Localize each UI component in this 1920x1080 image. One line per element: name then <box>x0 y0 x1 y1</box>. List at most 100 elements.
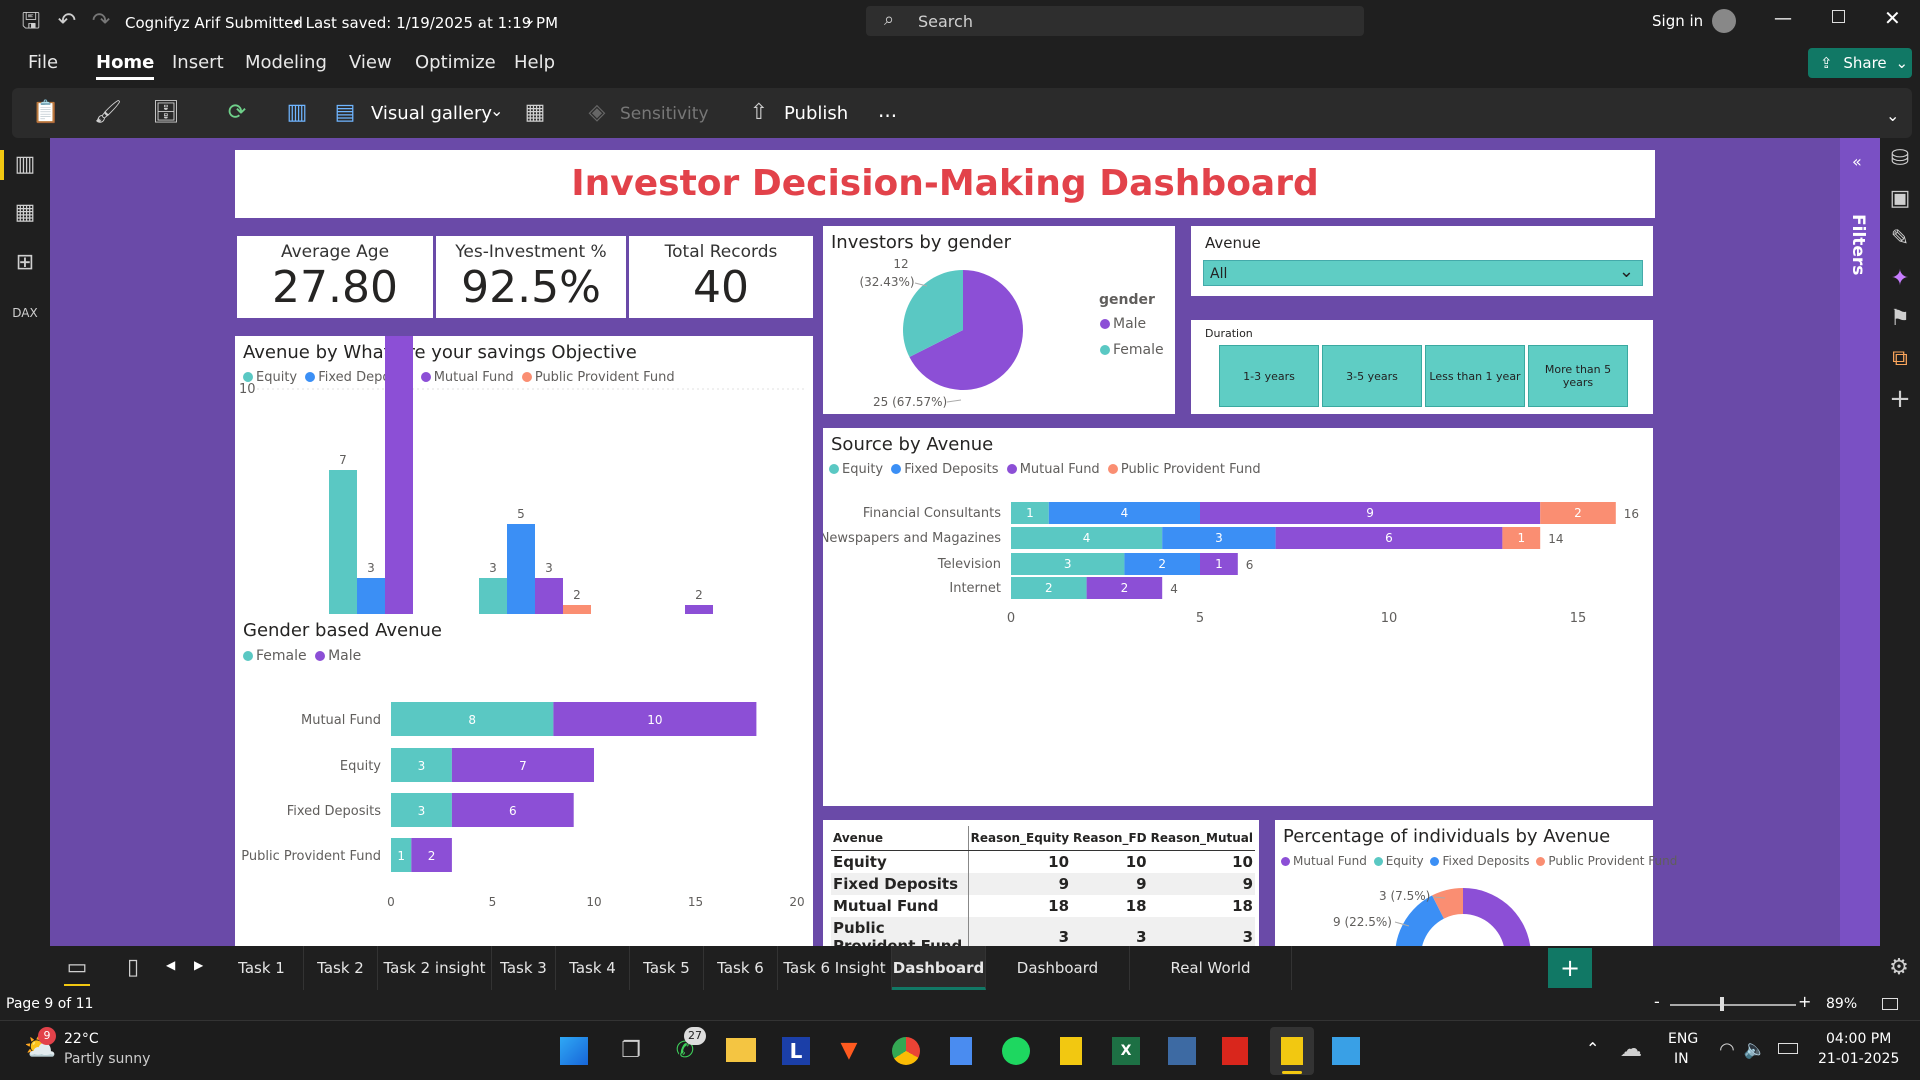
chevron-down-icon[interactable]: ⌄ <box>1886 106 1899 125</box>
settings-icon[interactable]: ⚙ <box>1886 955 1912 981</box>
tab-task-6[interactable]: Task 6 <box>704 946 778 990</box>
duration-less-than-1-year[interactable]: Less than 1 year <box>1425 345 1525 407</box>
paste-icon[interactable]: 📋 <box>32 100 59 126</box>
start-icon[interactable] <box>560 1037 588 1065</box>
kpi-average-age[interactable]: Average Age 27.80 <box>237 236 433 318</box>
format-visual-icon[interactable]: ✎ <box>1887 226 1913 252</box>
zoom-slider[interactable] <box>1670 1004 1796 1006</box>
add-page-button[interactable]: + <box>1548 948 1592 988</box>
tab-dashboard-insights[interactable]: Dashboard Insights <box>986 946 1130 1021</box>
task-view-icon[interactable]: ❐ <box>618 1038 644 1064</box>
add-pane-icon[interactable]: + <box>1887 386 1913 412</box>
new-visual-icon[interactable]: ▥ <box>284 100 310 126</box>
build-visual-icon[interactable]: ▣ <box>1887 186 1913 212</box>
redo-icon[interactable]: ↷ <box>88 9 114 35</box>
col-reason-mutual[interactable]: Reason_Mutual <box>1148 826 1255 851</box>
col-avenue[interactable]: Avenue <box>831 826 969 851</box>
dax-query-icon[interactable]: DAX <box>12 300 38 326</box>
refresh-icon[interactable]: ⟳ <box>224 100 250 126</box>
powerbi-active-icon[interactable] <box>1281 1037 1303 1065</box>
excel-icon[interactable]: X <box>1112 1037 1140 1065</box>
volume-icon[interactable]: 🔈 <box>1742 1037 1768 1063</box>
data-pane-icon[interactable]: ⛁ <box>1887 146 1913 172</box>
battery-icon[interactable] <box>1778 1043 1798 1054</box>
menu-optimize[interactable]: Optimize <box>415 52 496 73</box>
clock-time[interactable]: 04:00 PM <box>1826 1031 1891 1047</box>
zoom-slider-thumb[interactable] <box>1720 997 1724 1011</box>
menu-modeling[interactable]: Modeling <box>245 52 327 73</box>
calculator-icon[interactable]: ▦ <box>522 100 548 126</box>
l-app-icon[interactable]: L <box>782 1037 810 1065</box>
menu-file[interactable]: File <box>28 52 58 73</box>
zoom-in-icon[interactable]: + <box>1798 992 1811 1011</box>
notepad-icon[interactable] <box>950 1037 972 1065</box>
acrobat-icon[interactable] <box>1222 1037 1248 1065</box>
spotify-icon[interactable] <box>1002 1037 1030 1065</box>
get-data-icon[interactable]: 🗄 <box>152 100 180 126</box>
zoom-out-icon[interactable]: - <box>1654 992 1660 1011</box>
filters-label[interactable]: Filters <box>1848 214 1868 275</box>
table-row[interactable]: Fixed Deposits 9 9 9 <box>831 873 1255 895</box>
table-view-icon[interactable]: ▦ <box>12 200 38 226</box>
account-icon[interactable] <box>1712 9 1736 33</box>
kpi-yes-investment[interactable]: Yes-Investment % 92.5% <box>436 236 626 318</box>
powerbi-icon[interactable] <box>1060 1037 1082 1065</box>
selection-icon[interactable]: ⧉ <box>1887 346 1913 372</box>
menu-home[interactable]: Home <box>96 52 155 80</box>
table-row[interactable]: Mutual Fund 18 18 18 <box>831 895 1255 917</box>
avenue-dropdown[interactable]: All ⌄ <box>1203 260 1643 286</box>
visual-gallery-button[interactable]: Visual gallery <box>371 103 492 124</box>
language-line1[interactable]: ENG <box>1668 1031 1698 1047</box>
restore-icon[interactable] <box>1832 10 1845 23</box>
publish-button[interactable]: Publish <box>784 103 848 124</box>
sign-in-link[interactable]: Sign in <box>1652 12 1703 30</box>
menu-help[interactable]: Help <box>514 52 555 73</box>
model-view-icon[interactable]: ⊞ <box>12 250 38 276</box>
menu-view[interactable]: View <box>349 52 392 73</box>
duration-more-than-5-years[interactable]: More than 5 years <box>1528 345 1628 407</box>
publish-icon[interactable]: ⇧ <box>746 100 772 126</box>
tab-real-world-implications[interactable]: Real World Implications <box>1130 946 1292 1021</box>
bookmark-icon[interactable]: ⚑ <box>1887 306 1913 332</box>
visual-gallery-icon[interactable]: ▤ <box>332 100 358 126</box>
close-icon[interactable]: ✕ <box>1884 6 1901 30</box>
tab-task-2[interactable]: Task 2 <box>304 946 378 990</box>
fit-page-icon[interactable] <box>1882 998 1898 1010</box>
chevron-up-icon[interactable]: ⌃ <box>1586 1039 1599 1058</box>
source-by-avenue-chart[interactable]: Source by Avenue Equity Fixed Deposits M… <box>823 428 1653 806</box>
language-line2[interactable]: IN <box>1674 1051 1689 1067</box>
report-view-icon[interactable]: ▥ <box>12 152 38 178</box>
filters-pane-collapsed[interactable]: « Filters <box>1840 138 1880 946</box>
save-icon[interactable]: 🖫 <box>18 9 44 35</box>
duration-3-5-years[interactable]: 3-5 years <box>1322 345 1422 407</box>
chevron-down-icon[interactable]: ⌄ <box>490 101 503 120</box>
expand-icon[interactable]: « <box>1852 152 1862 171</box>
kpi-total-records[interactable]: Total Records 40 <box>629 236 813 318</box>
format-painter-icon[interactable]: 🖌 <box>94 100 122 126</box>
wifi-icon[interactable]: ◠ <box>1714 1037 1740 1063</box>
tab-task-4[interactable]: Task 4 <box>556 946 630 990</box>
share-button[interactable]: ⇪ Share ⌄ <box>1808 48 1912 78</box>
file-explorer-icon[interactable] <box>726 1038 756 1062</box>
clock-date[interactable]: 21-01-2025 <box>1818 1051 1899 1067</box>
gender-pie-chart[interactable]: Investors by gender 25 (67.57%) 12 (32.43%… <box>823 226 1175 414</box>
photos-icon[interactable] <box>1332 1037 1360 1065</box>
minimize-icon[interactable]: — <box>1774 8 1792 29</box>
undo-icon[interactable]: ↶ <box>54 9 80 35</box>
menu-insert[interactable]: Insert <box>172 52 224 73</box>
ssms-icon[interactable] <box>1168 1037 1196 1065</box>
brave-icon[interactable]: ▼ <box>836 1038 862 1064</box>
copilot-icon[interactable]: ✦ <box>1887 266 1913 292</box>
chrome-icon[interactable] <box>892 1037 920 1065</box>
tab-task-1[interactable]: Task 1 <box>220 946 304 990</box>
col-reason-equity[interactable]: Reason_Equity <box>968 826 1072 851</box>
tab-task-3[interactable]: Task 3 <box>492 946 556 990</box>
col-reason-fd[interactable]: Reason_FD <box>1071 826 1149 851</box>
tab-dashboard[interactable]: Dashboard <box>892 946 986 990</box>
tab-task-5[interactable]: Task 5 <box>630 946 704 990</box>
tab-task-2-insight[interactable]: Task 2 insight <box>378 946 492 990</box>
duration-1-3-years[interactable]: 1-3 years <box>1219 345 1319 407</box>
tab-task-6-insight[interactable]: Task 6 Insight <box>778 946 892 990</box>
onedrive-icon[interactable]: ☁ <box>1618 1037 1644 1063</box>
chevron-down-icon[interactable]: ⌄ <box>524 12 536 28</box>
